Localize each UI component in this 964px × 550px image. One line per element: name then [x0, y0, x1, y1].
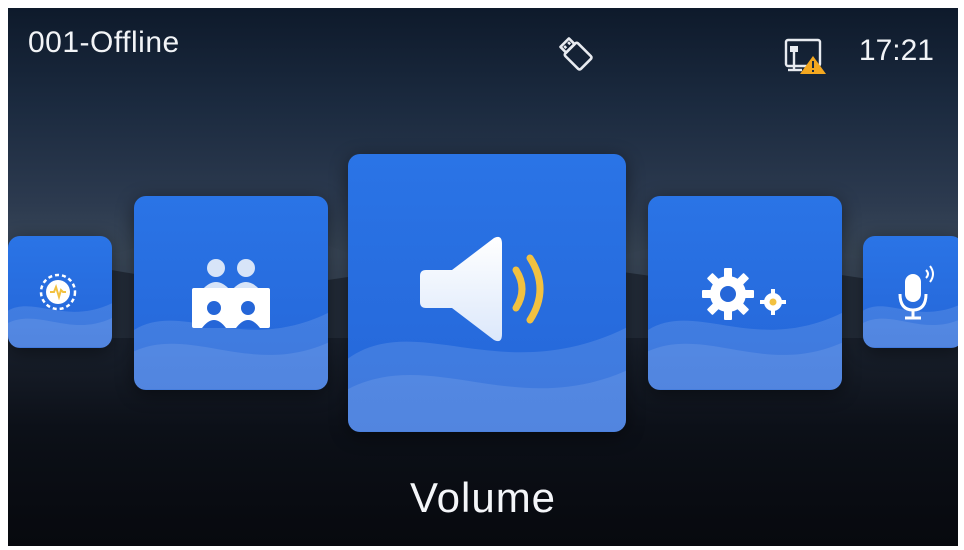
usb-icon — [559, 37, 593, 71]
volume-icon — [420, 236, 544, 342]
menu-tile-monitor[interactable] — [8, 236, 112, 348]
network-warning-icon — [784, 38, 826, 74]
menu-tile-conference[interactable] — [134, 196, 328, 390]
menu-tile-volume[interactable] — [348, 154, 626, 432]
monitor-wave-icon — [39, 273, 77, 311]
device-status-title: 001-Offline — [28, 26, 180, 59]
settings-gears-icon — [702, 268, 786, 320]
clock: 17:21 — [858, 34, 934, 67]
selected-menu-label: Volume — [409, 474, 557, 521]
menu-tile-settings[interactable] — [648, 196, 842, 390]
microphone-icon — [898, 265, 934, 320]
device-screen: 001-Offline 17:21 Volume — [8, 8, 958, 546]
conference-icon — [192, 259, 270, 328]
menu-tile-microphone[interactable] — [863, 236, 958, 348]
